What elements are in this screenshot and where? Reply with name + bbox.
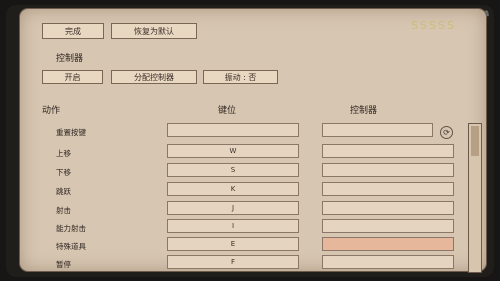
action-label: 重置按键 — [56, 128, 86, 137]
assign-controller-button[interactable]: 分配控制器 — [111, 70, 197, 84]
key-binding-field[interactable]: K — [167, 182, 299, 196]
action-label: 上移 — [56, 149, 71, 158]
vibration-toggle-button[interactable]: 振动 : 否 — [203, 70, 278, 84]
game-screen: Vivid 🎮 SSSSS 完成 恢复为默认 控制器 开启 分配控制器 振动 :… — [6, 5, 494, 277]
key-binding-field[interactable]: I — [167, 219, 299, 233]
key-column-header: 键位 — [218, 106, 237, 116]
action-label: 能力射击 — [56, 224, 86, 233]
controller-binding-field[interactable] — [322, 201, 454, 215]
controller-binding-field-selected[interactable] — [322, 237, 454, 251]
controller-binding-field[interactable] — [322, 182, 454, 196]
action-label: 跳跃 — [56, 187, 71, 196]
done-button[interactable]: 完成 — [42, 23, 104, 39]
refresh-icon[interactable]: ⟳ — [440, 126, 453, 139]
key-binding-field[interactable]: E — [167, 237, 299, 251]
controller-binding-field[interactable] — [322, 219, 454, 233]
action-label: 暂停 — [56, 260, 71, 269]
scrollbar-track[interactable] — [468, 123, 482, 273]
toggle-controller-button[interactable]: 开启 — [42, 70, 103, 84]
controller-binding-field[interactable] — [322, 123, 433, 137]
controller-binding-field[interactable] — [322, 255, 454, 269]
key-binding-field[interactable]: S — [167, 163, 299, 177]
action-label: 射击 — [56, 206, 71, 215]
controls-panel: SSSSS 完成 恢复为默认 控制器 开启 分配控制器 振动 : 否 动作 键位… — [20, 9, 486, 273]
action-label: 下移 — [56, 168, 71, 177]
key-binding-field[interactable] — [167, 123, 299, 137]
action-column-header: 动作 — [42, 106, 61, 116]
scrollbar-thumb[interactable] — [471, 126, 479, 156]
key-binding-field[interactable]: W — [167, 144, 299, 158]
key-binding-field[interactable]: F — [167, 255, 299, 269]
controller-column-header: 控制器 — [350, 106, 378, 116]
background-logo-text: SSSSS — [411, 19, 456, 32]
key-binding-field[interactable]: J — [167, 201, 299, 215]
controller-binding-field[interactable] — [322, 144, 454, 158]
controller-binding-field[interactable] — [322, 163, 454, 177]
action-label: 特殊道具 — [56, 242, 86, 251]
reset-default-button[interactable]: 恢复为默认 — [111, 23, 197, 39]
section-title: 控制器 — [56, 54, 84, 64]
